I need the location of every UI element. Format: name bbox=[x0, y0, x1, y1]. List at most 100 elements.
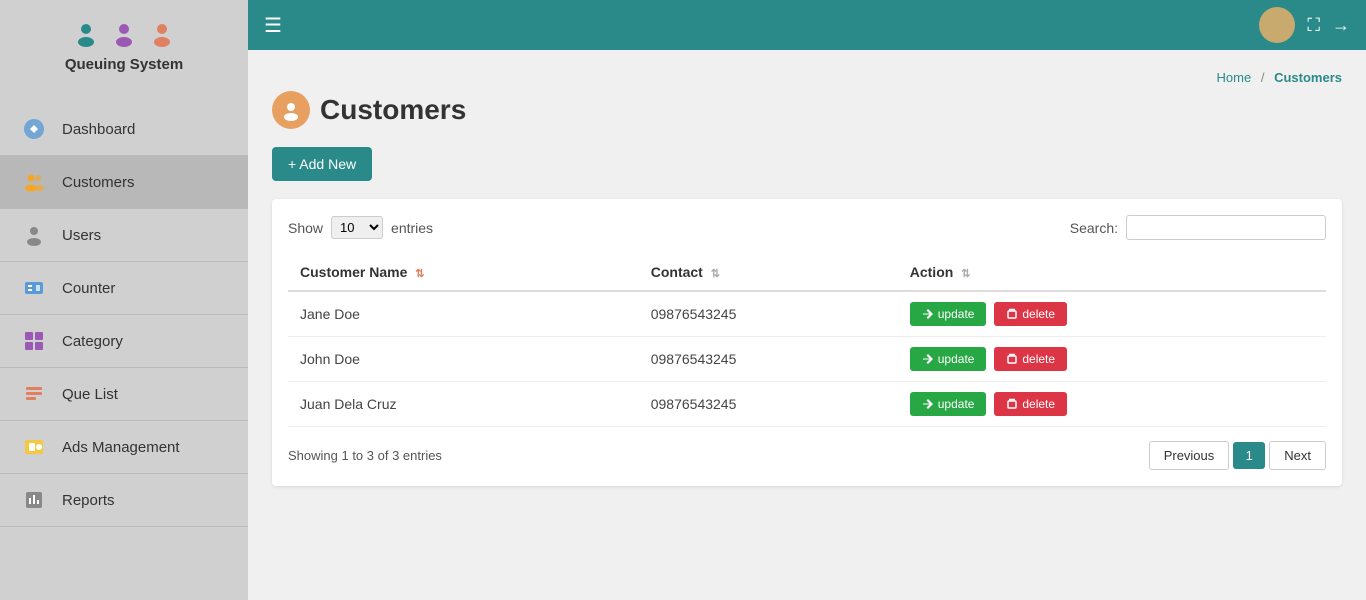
table-row: Juan Dela Cruz 09876543245 update delete bbox=[288, 382, 1326, 427]
logo-person-1-icon bbox=[75, 20, 105, 50]
cell-action-0: update delete bbox=[898, 291, 1326, 337]
show-label: Show bbox=[288, 220, 323, 236]
cell-contact-0: 09876543245 bbox=[639, 291, 898, 337]
column-contact: Contact ⇅ bbox=[639, 254, 898, 291]
cell-contact-1: 09876543245 bbox=[639, 337, 898, 382]
update-button-0[interactable]: update bbox=[910, 302, 987, 326]
sidebar-item-ads-management[interactable]: Ads Management bbox=[0, 421, 248, 474]
delete-button-1[interactable]: delete bbox=[994, 347, 1067, 371]
table-controls: Show 10 25 50 100 entries Search: bbox=[288, 215, 1326, 240]
sidebar-item-reports-label: Reports bbox=[62, 492, 115, 509]
sidebar: Queuing System Dashboard Customers Users… bbox=[0, 0, 248, 600]
sidebar-item-users[interactable]: Users bbox=[0, 209, 248, 262]
logo-person-2-icon bbox=[109, 20, 139, 50]
page-1-button[interactable]: 1 bbox=[1233, 442, 1265, 469]
sort-customer-name-icon[interactable]: ⇅ bbox=[415, 268, 424, 280]
table-card: Show 10 25 50 100 entries Search: bbox=[272, 199, 1342, 486]
hamburger-icon[interactable]: ☰ bbox=[264, 13, 282, 38]
counter-icon bbox=[20, 274, 48, 302]
previous-button[interactable]: Previous bbox=[1149, 441, 1230, 470]
breadcrumb-home-link[interactable]: Home bbox=[1217, 70, 1252, 85]
sort-contact-icon[interactable]: ⇅ bbox=[711, 268, 720, 280]
topbar: ☰ ⛶ → bbox=[248, 0, 1366, 50]
sidebar-brand: Queuing System bbox=[65, 56, 183, 73]
showing-text: Showing 1 to 3 of 3 entries bbox=[288, 448, 442, 463]
add-new-button[interactable]: + Add New bbox=[272, 147, 372, 181]
sort-action-icon[interactable]: ⇅ bbox=[961, 268, 970, 280]
logo-icons bbox=[75, 20, 173, 50]
update-button-1[interactable]: update bbox=[910, 347, 987, 371]
update-icon bbox=[922, 398, 934, 410]
sidebar-item-category-label: Category bbox=[62, 333, 123, 350]
avatar[interactable] bbox=[1259, 7, 1295, 43]
update-icon bbox=[922, 353, 934, 365]
sidebar-item-ads-label: Ads Management bbox=[62, 439, 180, 456]
topbar-left: ☰ bbox=[264, 13, 282, 38]
cell-name-0: Jane Doe bbox=[288, 291, 639, 337]
page-title: Customers bbox=[320, 94, 466, 126]
topbar-right: ⛶ → bbox=[1259, 7, 1350, 43]
column-customer-name-label: Customer Name bbox=[300, 264, 407, 280]
search-label: Search: bbox=[1070, 220, 1118, 236]
table-row: Jane Doe 09876543245 update delete bbox=[288, 291, 1326, 337]
sidebar-item-dashboard-label: Dashboard bbox=[62, 121, 135, 138]
breadcrumb: Home / Customers bbox=[272, 70, 1342, 85]
delete-button-2[interactable]: delete bbox=[994, 392, 1067, 416]
sidebar-item-category[interactable]: Category bbox=[0, 315, 248, 368]
cell-action-1: update delete bbox=[898, 337, 1326, 382]
pagination-area: Showing 1 to 3 of 3 entries Previous 1 N… bbox=[288, 441, 1326, 470]
cell-contact-2: 09876543245 bbox=[639, 382, 898, 427]
sidebar-item-customers[interactable]: Customers bbox=[0, 156, 248, 209]
sidebar-item-dashboard[interactable]: Dashboard bbox=[0, 103, 248, 156]
sidebar-navigation: Dashboard Customers Users Counter Catego… bbox=[0, 103, 248, 527]
customers-table: Customer Name ⇅ Contact ⇅ Action ⇅ bbox=[288, 254, 1326, 427]
logo-person-3-icon bbox=[143, 20, 173, 50]
category-icon bbox=[20, 327, 48, 355]
page-header: Customers bbox=[272, 91, 1342, 129]
entries-label: entries bbox=[391, 220, 433, 236]
avatar-icon bbox=[1263, 11, 1291, 39]
delete-icon bbox=[1006, 353, 1018, 365]
customers-icon bbox=[20, 168, 48, 196]
users-icon bbox=[20, 221, 48, 249]
cell-name-1: John Doe bbox=[288, 337, 639, 382]
page-header-icon bbox=[272, 91, 310, 129]
que-list-icon bbox=[20, 380, 48, 408]
cell-name-2: Juan Dela Cruz bbox=[288, 382, 639, 427]
table-body: Jane Doe 09876543245 update delete John … bbox=[288, 291, 1326, 427]
main-content: ☰ ⛶ → Home / Customers bbox=[248, 0, 1366, 600]
pagination-buttons: Previous 1 Next bbox=[1149, 441, 1326, 470]
update-icon bbox=[922, 308, 934, 320]
search-area: Search: bbox=[1070, 215, 1326, 240]
delete-icon bbox=[1006, 308, 1018, 320]
cell-action-2: update delete bbox=[898, 382, 1326, 427]
logout-icon[interactable]: → bbox=[1332, 15, 1350, 36]
sidebar-item-que-list-label: Que List bbox=[62, 386, 118, 403]
search-input[interactable] bbox=[1126, 215, 1326, 240]
show-entries-control: Show 10 25 50 100 entries bbox=[288, 216, 433, 239]
delete-icon bbox=[1006, 398, 1018, 410]
sidebar-item-reports[interactable]: Reports bbox=[0, 474, 248, 527]
sidebar-logo: Queuing System bbox=[65, 20, 183, 73]
ads-icon bbox=[20, 433, 48, 461]
dashboard-icon bbox=[20, 115, 48, 143]
sidebar-item-customers-label: Customers bbox=[62, 174, 135, 191]
column-action-label: Action bbox=[910, 264, 954, 280]
column-action: Action ⇅ bbox=[898, 254, 1326, 291]
next-button[interactable]: Next bbox=[1269, 441, 1326, 470]
sidebar-item-que-list[interactable]: Que List bbox=[0, 368, 248, 421]
sidebar-item-users-label: Users bbox=[62, 227, 101, 244]
update-button-2[interactable]: update bbox=[910, 392, 987, 416]
sidebar-item-counter[interactable]: Counter bbox=[0, 262, 248, 315]
sidebar-item-counter-label: Counter bbox=[62, 280, 115, 297]
column-customer-name: Customer Name ⇅ bbox=[288, 254, 639, 291]
delete-button-0[interactable]: delete bbox=[994, 302, 1067, 326]
expand-icon[interactable]: ⛶ bbox=[1307, 15, 1320, 36]
table-row: John Doe 09876543245 update delete bbox=[288, 337, 1326, 382]
column-contact-label: Contact bbox=[651, 264, 703, 280]
table-header-row: Customer Name ⇅ Contact ⇅ Action ⇅ bbox=[288, 254, 1326, 291]
page-content: Home / Customers Customers + Add New Sho… bbox=[248, 50, 1366, 600]
breadcrumb-current: Customers bbox=[1274, 70, 1342, 85]
customer-header-icon bbox=[280, 99, 302, 121]
entries-select[interactable]: 10 25 50 100 bbox=[331, 216, 383, 239]
